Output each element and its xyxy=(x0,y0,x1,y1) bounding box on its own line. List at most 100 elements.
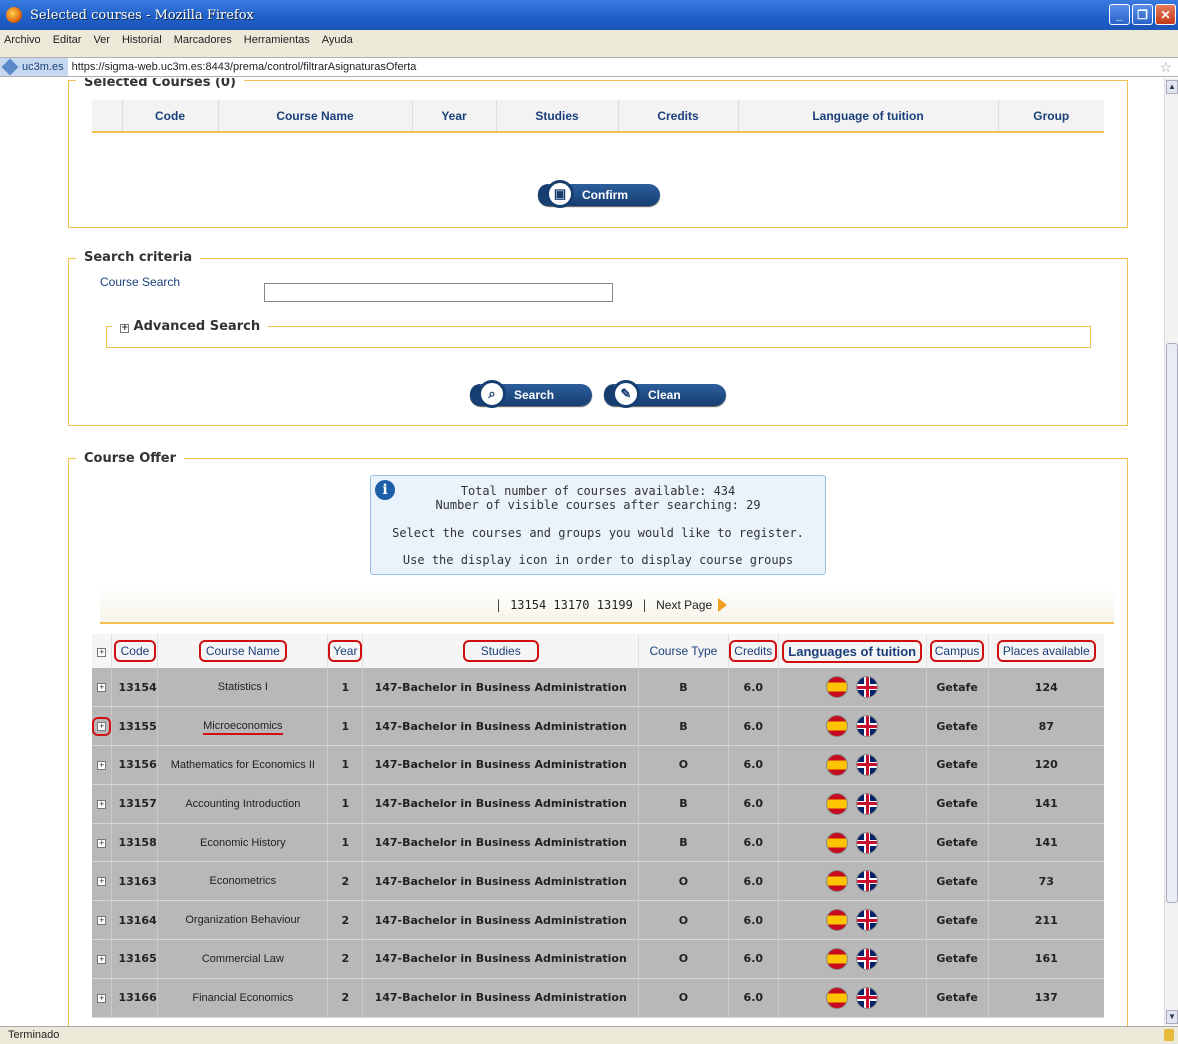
row-expand-button[interactable]: + xyxy=(92,706,113,747)
row-credits: 6.0 xyxy=(728,823,779,863)
confirm-label: Confirm xyxy=(582,188,628,202)
row-code: 13156 xyxy=(111,745,159,785)
search-button[interactable]: ⌕ Search xyxy=(470,380,592,408)
expand-icon: + xyxy=(97,759,107,770)
address-bar[interactable]: uc3m.es https://sigma-web.uc3m.es:8443/p… xyxy=(0,57,1178,77)
menu-bar: Archivo Editar Ver Historial Marcadores … xyxy=(0,30,1178,50)
row-course-type: B xyxy=(638,668,729,708)
close-button[interactable]: ✕ xyxy=(1155,4,1176,25)
row-studies: 147-Bachelor in Business Administration xyxy=(362,745,639,785)
row-credits: 6.0 xyxy=(728,978,779,1018)
expand-icon: + xyxy=(97,953,107,964)
expand-icon: + xyxy=(97,992,107,1003)
vertical-scrollbar[interactable]: ▲ ▼ xyxy=(1164,78,1178,1026)
site-identity-badge[interactable]: uc3m.es xyxy=(0,58,68,76)
row-course-type: O xyxy=(638,978,729,1018)
row-languages xyxy=(778,668,927,708)
menu-ver[interactable]: Ver xyxy=(93,34,110,46)
row-languages xyxy=(778,861,927,902)
col-code[interactable]: Code xyxy=(111,634,159,668)
row-year: 1 xyxy=(327,706,364,747)
maximize-button[interactable]: ❐ xyxy=(1132,4,1153,25)
expand-icon: + xyxy=(97,647,107,657)
clean-button[interactable]: ✎ Clean xyxy=(604,380,726,408)
padlock-icon[interactable] xyxy=(1164,1029,1174,1041)
row-code: 13166 xyxy=(111,978,159,1018)
row-course-name: Econometrics xyxy=(157,861,329,902)
row-studies: 147-Bachelor in Business Administration xyxy=(362,823,639,863)
spain-flag-icon xyxy=(826,831,849,854)
course-offer-table: + Code Course Name Year Studies Course T… xyxy=(92,634,1104,1018)
expand-icon: + xyxy=(97,798,107,809)
selected-courses-legend: Selected Courses (0) xyxy=(76,78,244,90)
bookmark-star-icon[interactable]: ☆ xyxy=(1159,59,1172,76)
save-icon: ▣ xyxy=(546,180,574,208)
row-expand-button[interactable]: + xyxy=(92,668,113,708)
confirm-button[interactable]: ▣ Confirm xyxy=(538,180,660,208)
next-arrow-icon[interactable] xyxy=(718,598,728,612)
scroll-thumb[interactable] xyxy=(1166,343,1178,903)
col-course-type[interactable]: Course Type xyxy=(638,634,729,668)
spain-flag-icon xyxy=(826,715,849,738)
row-course-type: B xyxy=(638,706,729,747)
info-box: i Total number of courses available: 434… xyxy=(370,475,826,575)
menu-ayuda[interactable]: Ayuda xyxy=(322,34,353,46)
col-languages[interactable]: Languages of tuition xyxy=(778,634,927,668)
col-year[interactable]: Year xyxy=(327,634,364,668)
table-row: + 13166 Financial Economics 2 147-Bachel… xyxy=(92,978,1104,1018)
col-studies[interactable]: Studies xyxy=(362,634,639,668)
status-bar: Terminado xyxy=(0,1026,1178,1044)
minimize-button[interactable]: _ xyxy=(1109,4,1130,25)
row-languages xyxy=(778,900,927,941)
row-campus: Getafe xyxy=(926,784,989,824)
row-places: 87 xyxy=(988,706,1104,747)
row-course-type: O xyxy=(638,900,729,941)
expand-all-header[interactable]: + xyxy=(92,634,113,668)
next-page-link[interactable]: Next Page xyxy=(656,598,712,612)
row-expand-button[interactable]: + xyxy=(92,861,113,902)
row-course-name: Financial Economics xyxy=(157,978,329,1018)
row-expand-button[interactable]: + xyxy=(92,939,113,979)
row-code: 13158 xyxy=(111,823,159,863)
row-expand-button[interactable]: + xyxy=(92,745,113,785)
row-studies: 147-Bachelor in Business Administration xyxy=(362,668,639,708)
expand-icon: + xyxy=(97,837,107,848)
col-campus[interactable]: Campus xyxy=(926,634,989,668)
menu-herramientas[interactable]: Herramientas xyxy=(244,34,310,46)
advanced-search-toggle[interactable]: + Advanced Search xyxy=(112,319,269,334)
toolbar-strip xyxy=(0,50,1178,57)
selected-col-blank xyxy=(92,100,123,133)
col-course-name[interactable]: Course Name xyxy=(157,634,329,668)
table-row: + 13157 Accounting Introduction 1 147-Ba… xyxy=(92,784,1104,824)
col-places[interactable]: Places available xyxy=(988,634,1104,668)
table-row: + 13163 Econometrics 2 147-Bachelor in B… xyxy=(92,861,1104,902)
uk-flag-icon xyxy=(856,676,879,699)
menu-marcadores[interactable]: Marcadores xyxy=(174,34,232,46)
course-search-input[interactable] xyxy=(264,283,613,302)
page-links[interactable]: 13154 13170 13199 xyxy=(510,598,633,612)
table-row: + 13164 Organization Behaviour 2 147-Bac… xyxy=(92,900,1104,941)
row-credits: 6.0 xyxy=(728,745,779,785)
row-course-name: Commercial Law xyxy=(157,939,329,979)
info-display: Use the display icon in order to display… xyxy=(402,553,794,567)
expand-icon: + xyxy=(97,915,107,926)
menu-archivo[interactable]: Archivo xyxy=(4,34,41,46)
row-year: 2 xyxy=(327,861,364,902)
scroll-up-icon[interactable]: ▲ xyxy=(1166,80,1178,94)
row-places: 137 xyxy=(988,978,1104,1018)
row-course-name: Statistics I xyxy=(157,668,329,708)
row-expand-button[interactable]: + xyxy=(92,900,113,941)
info-visible: Number of visible courses after searchin… xyxy=(435,498,761,512)
col-credits[interactable]: Credits xyxy=(728,634,779,668)
row-campus: Getafe xyxy=(926,900,989,941)
row-expand-button[interactable]: + xyxy=(92,784,113,824)
url-text[interactable]: https://sigma-web.uc3m.es:8443/prema/con… xyxy=(72,61,417,73)
scroll-down-icon[interactable]: ▼ xyxy=(1166,1010,1178,1024)
menu-editar[interactable]: Editar xyxy=(53,34,82,46)
selected-col-studies: Studies xyxy=(496,100,619,133)
row-expand-button[interactable]: + xyxy=(92,978,113,1018)
row-expand-button[interactable]: + xyxy=(92,823,113,863)
menu-historial[interactable]: Historial xyxy=(122,34,162,46)
firefox-icon xyxy=(6,7,22,23)
row-languages xyxy=(778,745,927,785)
